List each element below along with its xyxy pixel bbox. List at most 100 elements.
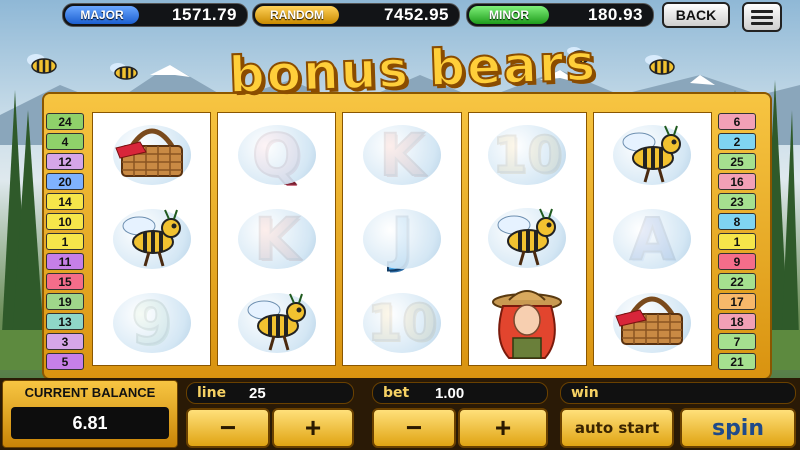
jackpot-random-label: RANDOM <box>255 6 339 24</box>
payline-badge: 5 <box>46 353 84 370</box>
reel-symbol: K <box>343 113 460 197</box>
jackpot-minor-value: 180.93 <box>588 5 643 24</box>
bee-decoration <box>645 55 675 75</box>
symbol-bubble <box>488 124 567 185</box>
line-decrease-button[interactable]: − <box>186 408 270 448</box>
reel-symbol <box>469 280 586 365</box>
jackpot-minor-label: MINOR <box>469 6 549 24</box>
spin-button[interactable]: spin <box>680 408 796 448</box>
payline-badge: 22 <box>718 273 756 290</box>
symbol-bubble <box>363 209 441 269</box>
payline-badge: 16 <box>718 173 756 190</box>
win-label: win <box>571 385 599 401</box>
ranger-girl-icon <box>479 280 575 365</box>
payline-badge: 2 <box>718 133 756 150</box>
line-display: line 25 <box>186 382 354 404</box>
bee-decoration <box>27 54 57 74</box>
payline-badge: 10 <box>46 213 84 230</box>
balance-value: 6.81 <box>11 407 169 439</box>
symbol-bubble <box>237 125 316 185</box>
symbol-bubble <box>363 293 441 353</box>
menu-button[interactable] <box>742 2 782 32</box>
win-display: win <box>560 382 796 404</box>
symbol-bubble <box>613 209 692 269</box>
payline-badge: 18 <box>718 313 756 330</box>
payline-badge: 17 <box>718 293 756 310</box>
payline-badge: 15 <box>46 273 84 290</box>
payline-badge: 13 <box>46 313 84 330</box>
symbol-bubble <box>112 293 191 353</box>
reel-symbol <box>218 281 335 365</box>
back-button[interactable]: BACK <box>662 2 730 28</box>
reel-symbol: A <box>594 197 711 281</box>
payline-badge: 7 <box>718 333 756 350</box>
picnic-basket-icon <box>110 118 194 193</box>
bet-value: 1.00 <box>435 384 465 402</box>
bet-display: bet 1.00 <box>372 382 548 404</box>
reel-symbol: 9 <box>93 281 210 365</box>
bee-icon <box>488 201 566 276</box>
payline-badge: 25 <box>718 153 756 170</box>
reel: QK <box>217 112 337 366</box>
line-label: line <box>197 385 227 401</box>
line-value: 25 <box>249 384 266 402</box>
symbol-bubble <box>237 209 316 269</box>
reel-symbol <box>469 197 586 281</box>
jackpot-major: MAJOR 1571.79 <box>62 3 248 27</box>
reel-area: 9QKKJ1010A <box>92 112 713 366</box>
payline-badge: 12 <box>46 153 84 170</box>
reel-symbol <box>93 197 210 281</box>
jackpot-major-label: MAJOR <box>65 6 139 24</box>
game-logo: bonus bears <box>218 33 608 118</box>
balance-label: CURRENT BALANCE <box>24 385 156 400</box>
reel-symbol: K <box>218 197 335 281</box>
payline-badge: 6 <box>718 113 756 130</box>
payline-badge: 1 <box>46 233 84 250</box>
reel: A <box>592 112 713 366</box>
menu-icon <box>751 9 773 13</box>
payline-indicators-right: 6 2 25 16 23 8 1 9 22 17 18 7 21 <box>718 113 756 370</box>
line-increase-button[interactable]: + <box>272 408 354 448</box>
payline-badge: 4 <box>46 133 84 150</box>
reel-symbol <box>594 113 711 197</box>
payline-badge: 9 <box>718 253 756 270</box>
reel-symbol <box>594 281 711 365</box>
jackpot-random-value: 7452.95 <box>384 5 449 24</box>
reel-symbol: 10 <box>469 113 586 197</box>
reel: 9 <box>92 112 212 366</box>
reel: 10 <box>467 112 587 366</box>
bee-icon <box>613 118 691 193</box>
bee-decoration <box>110 63 138 80</box>
menu-icon <box>751 21 773 25</box>
menu-icon <box>751 15 773 19</box>
payline-badge: 21 <box>718 353 756 370</box>
reel-symbol: Q <box>218 113 335 197</box>
game-logo-text: bonus bears <box>227 33 599 106</box>
payline-badge: 23 <box>718 193 756 210</box>
balance-box: CURRENT BALANCE 6.81 <box>2 380 178 448</box>
reel-symbol: 10 <box>343 281 460 365</box>
auto-start-button[interactable]: auto start <box>560 408 674 448</box>
jackpot-random: RANDOM 7452.95 <box>252 3 460 27</box>
payline-badge: 19 <box>46 293 84 310</box>
payline-badge: 11 <box>46 253 84 270</box>
bee-icon <box>113 202 191 277</box>
payline-badge: 1 <box>718 233 756 250</box>
reel-symbol: J <box>343 197 460 281</box>
bee-icon <box>238 286 316 361</box>
payline-badge: 8 <box>718 213 756 230</box>
payline-badge: 20 <box>46 173 84 190</box>
reel-symbol <box>93 113 210 197</box>
payline-badge: 3 <box>46 333 84 350</box>
picnic-basket-icon <box>610 286 694 361</box>
payline-badge: 14 <box>46 193 84 210</box>
reel: KJ10 <box>342 112 462 366</box>
symbol-bubble <box>363 125 441 185</box>
bet-decrease-button[interactable]: − <box>372 408 456 448</box>
jackpot-major-value: 1571.79 <box>172 5 237 24</box>
payline-badge: 24 <box>46 113 84 130</box>
jackpot-minor: MINOR 180.93 <box>466 3 654 27</box>
bet-label: bet <box>383 385 410 401</box>
payline-indicators-left: 24 4 12 20 14 10 1 11 15 19 13 3 5 <box>46 113 84 370</box>
bet-increase-button[interactable]: + <box>458 408 548 448</box>
